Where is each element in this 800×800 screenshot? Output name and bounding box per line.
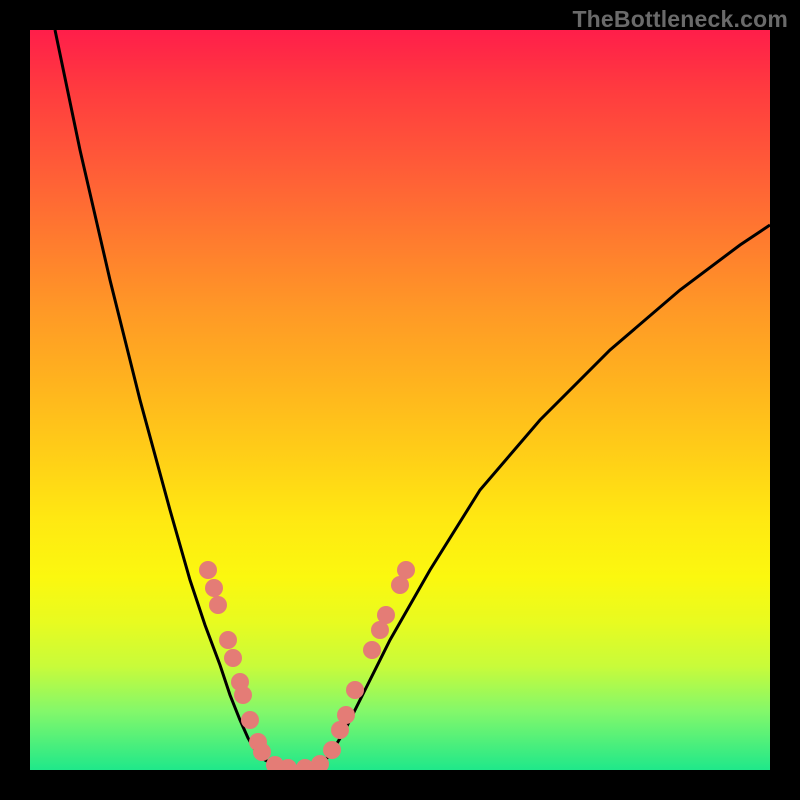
highlight-dot <box>279 759 297 770</box>
bottleneck-curve <box>30 30 770 770</box>
highlight-dot <box>323 741 341 759</box>
highlight-dot <box>363 641 381 659</box>
highlight-dot <box>337 706 355 724</box>
highlight-dot <box>219 631 237 649</box>
highlight-dot <box>224 649 242 667</box>
highlight-dot <box>241 711 259 729</box>
highlight-dot <box>205 579 223 597</box>
chart-frame: TheBottleneck.com <box>0 0 800 800</box>
highlight-dot <box>377 606 395 624</box>
plot-area <box>30 30 770 770</box>
highlight-dot <box>209 596 227 614</box>
highlight-dot <box>346 681 364 699</box>
highlight-dot <box>234 686 252 704</box>
watermark-label: TheBottleneck.com <box>572 6 788 33</box>
highlight-dot <box>199 561 217 579</box>
highlight-dot <box>397 561 415 579</box>
